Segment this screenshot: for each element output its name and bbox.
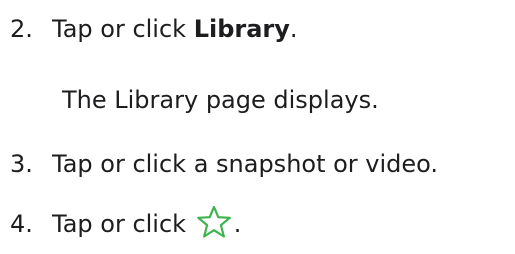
step-text: Tap or click xyxy=(52,210,194,238)
step-punctuation: . xyxy=(289,15,298,43)
step-4: 4. Tap or click . xyxy=(0,205,241,240)
step-number: 4. xyxy=(10,210,33,238)
step-2: 2. Tap or click Library. xyxy=(0,13,298,45)
step-2-result: The Library page displays. xyxy=(62,86,379,114)
step-text: Tap or click a snapshot or video. xyxy=(52,150,439,178)
step-number: 3. xyxy=(10,150,33,178)
step-punctuation: . xyxy=(233,210,242,238)
step-number: 2. xyxy=(10,15,33,43)
step-3: 3. Tap or click a snapshot or video. xyxy=(0,148,438,180)
library-label: Library xyxy=(193,15,290,43)
step-text: Tap or click xyxy=(52,15,194,43)
star-outline-icon xyxy=(194,205,234,239)
